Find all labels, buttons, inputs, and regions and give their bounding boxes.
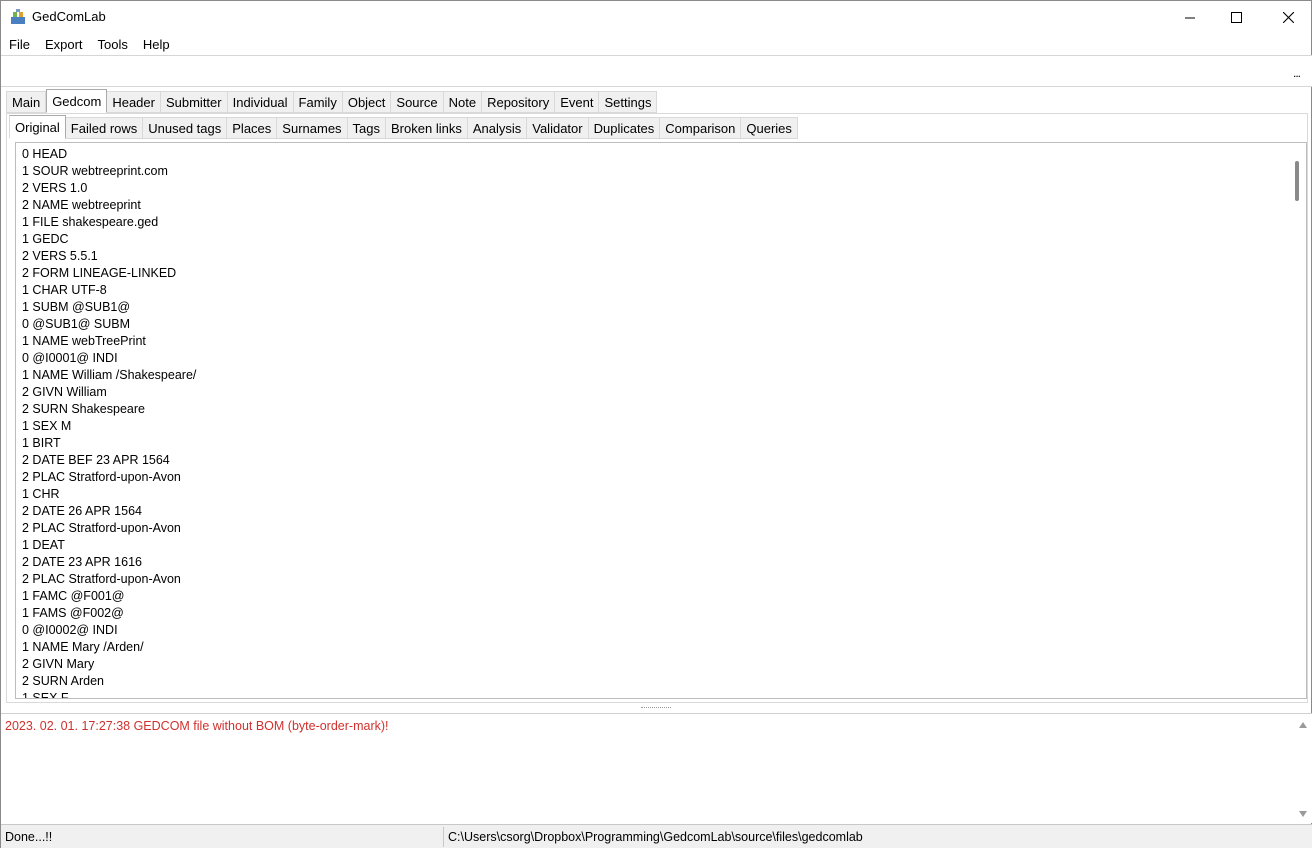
subtab-duplicates[interactable]: Duplicates [588, 117, 661, 139]
minimize-button[interactable] [1167, 1, 1213, 34]
tool-strip: ... [1, 55, 1312, 87]
close-button[interactable] [1265, 1, 1311, 34]
gedcom-line: 2 PLAC Stratford-upon-Avon [22, 572, 181, 586]
gedcom-line: 1 SEX F [22, 691, 69, 699]
gedcom-line: 1 DEAT [22, 538, 65, 552]
gedcom-line: 0 @I0002@ INDI [22, 623, 118, 637]
app-logo-icon [10, 9, 26, 25]
tab-gedcom[interactable]: Gedcom [46, 89, 108, 113]
gedcom-line: 1 SEX M [22, 419, 72, 433]
secondary-tab-bar: Original Failed rows Unused tags Places Surn… [9, 115, 798, 139]
gedcom-line: 1 NAME Mary /Arden/ [22, 640, 144, 654]
gedcom-line: 2 PLAC Stratford-upon-Avon [22, 470, 181, 484]
subtab-analysis[interactable]: Analysis [467, 117, 528, 139]
tab-event[interactable]: Event [555, 91, 600, 113]
scrollbar-thumb[interactable] [1295, 161, 1299, 201]
subtab-queries[interactable]: Queries [741, 117, 798, 139]
gedcom-line: 2 FORM LINEAGE-LINKED [22, 266, 177, 280]
content-panel: 0 HEAD 1 SOUR webtreeprint.com 2 VERS 1.0 2… [6, 113, 1308, 703]
subtab-places[interactable]: Places [227, 117, 278, 139]
scroll-up-icon[interactable] [1299, 722, 1307, 728]
gedcom-line: 1 BIRT [22, 436, 61, 450]
gedcom-line: 2 VERS 5.5.1 [22, 249, 98, 263]
gedcom-line: 1 NAME webTreePrint [22, 334, 146, 348]
gedcom-line: 1 GEDC [22, 232, 69, 246]
gedcom-line: 2 DATE 23 APR 1616 [22, 555, 142, 569]
log-scrollbar[interactable] [1295, 714, 1312, 823]
gedcom-line: 1 FAMS @F002@ [22, 606, 124, 620]
tab-header[interactable]: Header [107, 91, 161, 113]
gedcom-lines: 0 HEAD 1 SOUR webtreeprint.com 2 VERS 1.0 2… [22, 146, 197, 699]
tab-settings[interactable]: Settings [599, 91, 658, 113]
subtab-original[interactable]: Original [9, 115, 66, 139]
gedcom-line: 0 @SUB1@ SUBM [22, 317, 131, 331]
status-text: Done...!! [5, 830, 53, 844]
gedcom-line: 0 @I0001@ INDI [22, 351, 118, 365]
splitter-grip-icon [641, 707, 671, 710]
subtab-tags[interactable]: Tags [347, 117, 387, 139]
menu-help[interactable]: Help [135, 35, 177, 55]
maximize-button[interactable] [1213, 1, 1259, 34]
tab-repository[interactable]: Repository [482, 91, 556, 113]
subtab-surnames[interactable]: Surnames [277, 117, 348, 139]
tab-main[interactable]: Main [6, 91, 47, 113]
close-icon [1282, 12, 1294, 23]
gedcom-line: 2 PLAC Stratford-upon-Avon [22, 521, 181, 535]
subtab-comparison[interactable]: Comparison [660, 117, 742, 139]
app-window: GedComLab File Export Tools Help ... 0 H… [0, 0, 1312, 848]
subtab-unused-tags[interactable]: Unused tags [143, 117, 228, 139]
subtab-broken-links[interactable]: Broken links [386, 117, 468, 139]
menu-tools[interactable]: Tools [90, 35, 135, 55]
log-message: 2023. 02. 01. 17:27:38 GEDCOM file witho… [5, 719, 389, 733]
tab-object[interactable]: Object [342, 91, 392, 113]
gedcom-line: 1 SUBM @SUB1@ [22, 300, 131, 314]
menu-file[interactable]: File [1, 35, 37, 55]
tab-note[interactable]: Note [443, 91, 483, 113]
panel-splitter[interactable] [1, 704, 1312, 713]
tab-individual[interactable]: Individual [227, 91, 294, 113]
subtab-validator[interactable]: Validator [527, 117, 589, 139]
log-panel: 2023. 02. 01. 17:27:38 GEDCOM file witho… [1, 713, 1312, 823]
gedcom-line: 1 FILE shakespeare.ged [22, 215, 159, 229]
scroll-down-icon[interactable] [1299, 811, 1307, 817]
status-bar: Done...!! C:\Users\csorg\Dropbox\Program… [1, 824, 1312, 848]
gedcom-line: 1 SOUR webtreeprint.com [22, 164, 168, 178]
gedcom-line: 0 HEAD [22, 147, 68, 161]
maximize-icon [1230, 12, 1242, 23]
text-scrollbar[interactable] [1289, 143, 1306, 698]
status-divider [443, 827, 444, 847]
gedcom-line: 2 VERS 1.0 [22, 181, 88, 195]
gedcom-line: 2 GIVN Mary [22, 657, 95, 671]
gedcom-line: 1 FAMC @F001@ [22, 589, 125, 603]
tab-submitter[interactable]: Submitter [160, 91, 228, 113]
gedcom-line: 2 SURN Arden [22, 674, 104, 688]
subtab-failed-rows[interactable]: Failed rows [65, 117, 144, 139]
tab-source[interactable]: Source [391, 91, 444, 113]
gedcom-line: 2 SURN Shakespeare [22, 402, 145, 416]
gedcom-line: 2 GIVN William [22, 385, 107, 399]
window-title: GedComLab [32, 9, 106, 24]
tab-family[interactable]: Family [293, 91, 343, 113]
gedcom-line: 2 DATE 26 APR 1564 [22, 504, 142, 518]
title-bar: GedComLab [1, 1, 1311, 34]
more-options-button[interactable]: ... [1293, 66, 1301, 80]
gedcom-line: 1 CHR [22, 487, 60, 501]
gedcom-line: 1 NAME William /Shakespeare/ [22, 368, 197, 382]
gedcom-line: 2 DATE BEF 23 APR 1564 [22, 453, 170, 467]
minimize-icon [1185, 17, 1195, 18]
gedcom-line: 1 CHAR UTF-8 [22, 283, 107, 297]
menu-export[interactable]: Export [37, 35, 90, 55]
primary-tab-bar: Main Gedcom Header Submitter Individual Famil… [6, 89, 658, 113]
gedcom-text-view[interactable]: 0 HEAD 1 SOUR webtreeprint.com 2 VERS 1.0 2… [15, 142, 1307, 699]
menu-bar: File Export Tools Help [1, 35, 1311, 55]
gedcom-line: 2 NAME webtreeprint [22, 198, 141, 212]
status-file-path: C:\Users\csorg\Dropbox\Programming\Gedco… [448, 830, 863, 844]
